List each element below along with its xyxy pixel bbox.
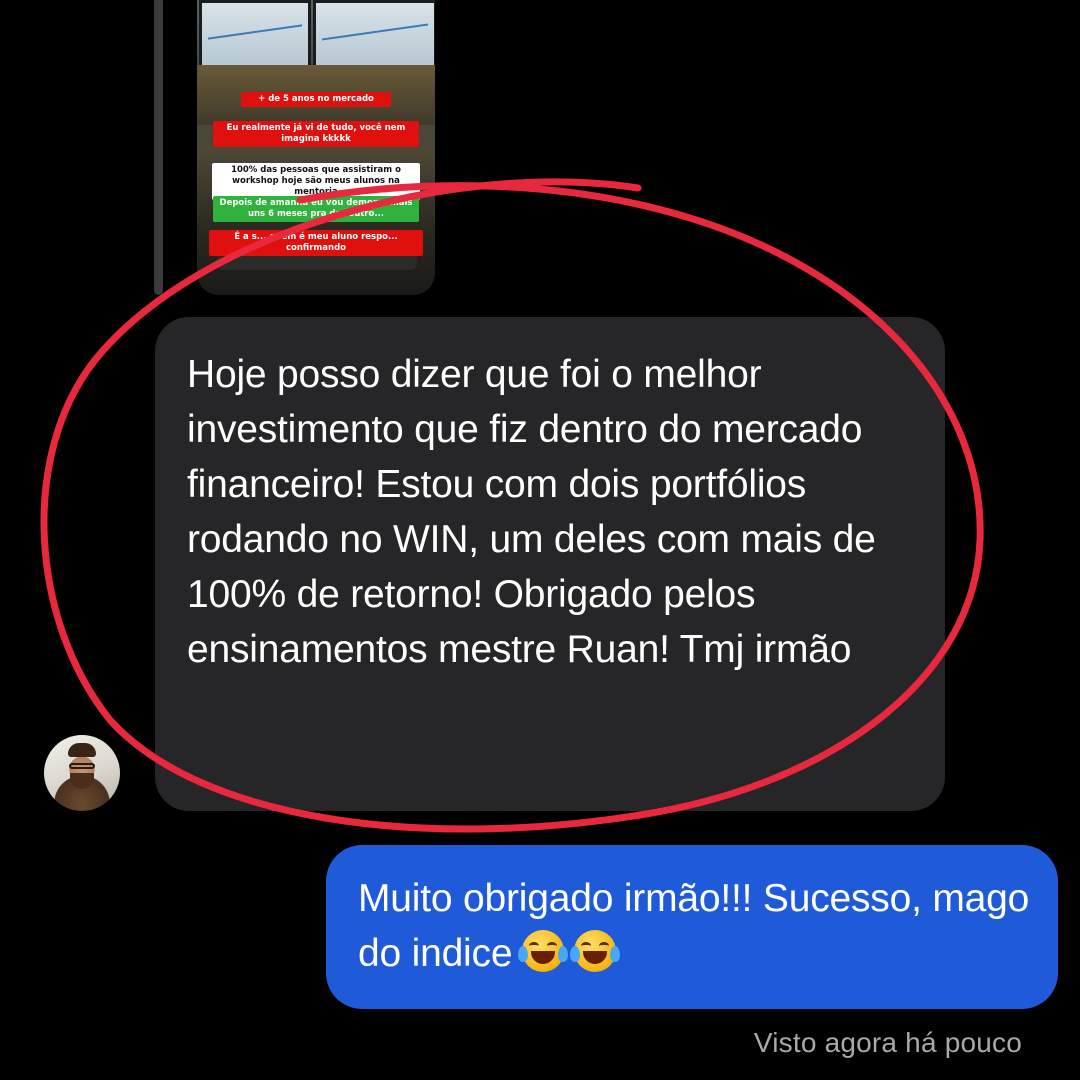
sender-avatar[interactable] (44, 735, 120, 811)
reply-indicator-bar (154, 0, 163, 295)
shared-story-thumbnail[interactable]: + de 5 anos no mercado Eu realmente já v… (197, 0, 435, 295)
story-caption: Depois de amanhã eu vou demorar mais uns… (213, 196, 419, 222)
outgoing-message-bubble[interactable]: Muito obrigado irmão!!! Sucesso, mago do… (326, 845, 1058, 1009)
chat-thread: + de 5 anos no mercado Eu realmente já v… (0, 0, 1080, 1080)
story-caption: Eu realmente já vi de tudo, você nem ima… (213, 121, 419, 147)
story-caption: 100% das pessoas que assistiram o worksh… (212, 163, 420, 200)
incoming-message-text: Hoje posso dizer que foi o melhor invest… (187, 353, 876, 671)
seen-status: Visto agora há pouco (753, 1027, 1022, 1058)
face-with-tears-of-joy-icon (570, 930, 621, 972)
monitor-image (313, 0, 435, 68)
story-caption: + de 5 anos no mercado (241, 92, 391, 107)
story-caption: É a s... quem é meu aluno respo... confi… (209, 230, 423, 256)
outgoing-message-text: Muito obrigado irmão!!! Sucesso, mago do… (358, 877, 1030, 975)
incoming-message-bubble[interactable]: Hoje posso dizer que foi o melhor invest… (155, 317, 945, 811)
face-with-tears-of-joy-icon (518, 930, 569, 972)
monitor-image (199, 0, 311, 68)
